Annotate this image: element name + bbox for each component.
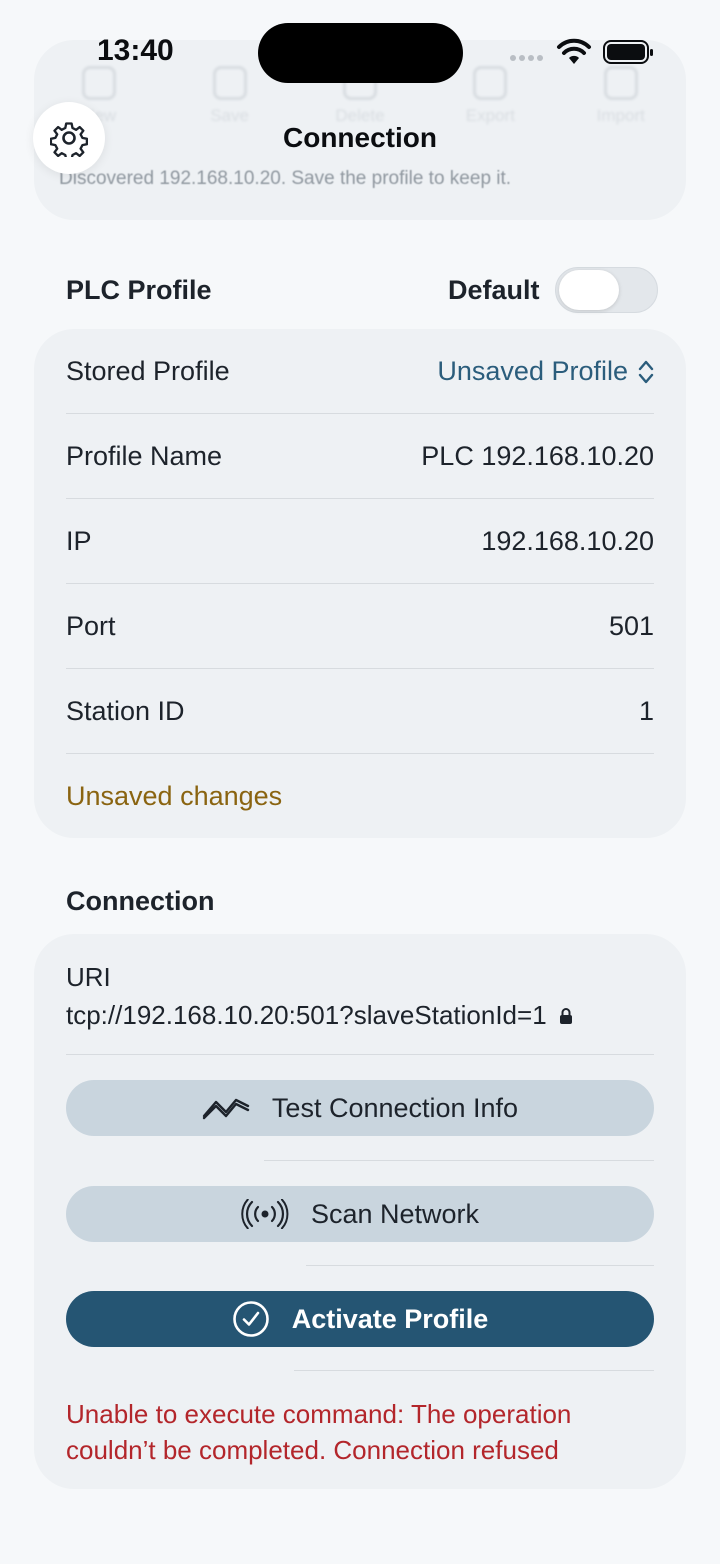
connection-card: URI tcp://192.168.10.20:501?slaveStation… (34, 934, 686, 1489)
connection-header: Connection (66, 886, 215, 916)
station-id-field[interactable]: 1 (639, 696, 654, 727)
connection-error-message: Unable to execute command: The operation… (66, 1399, 572, 1465)
dynamic-island (258, 23, 463, 83)
port-row[interactable]: Port 501 (66, 584, 654, 669)
checkmark-circle-icon (232, 1301, 269, 1337)
default-toggle[interactable] (555, 267, 658, 313)
divider (264, 1160, 654, 1161)
battery-icon (603, 40, 653, 64)
scan-network-button[interactable]: Scan Network (66, 1186, 654, 1242)
import-icon (603, 66, 638, 100)
unsaved-changes-text: Unsaved changes (66, 781, 283, 811)
stored-profile-label: Stored Profile (66, 356, 230, 386)
uri-label: URI (66, 962, 111, 992)
activate-profile-button[interactable]: Activate Profile (66, 1291, 654, 1347)
plc-profile-header: PLC Profile (66, 275, 212, 305)
antenna-radiowaves-icon (241, 1199, 289, 1229)
discovered-message: Discovered 192.168.10.20. Save the profi… (59, 168, 512, 189)
status-time: 13:40 (97, 34, 174, 67)
uri-value-row: tcp://192.168.10.20:501?slaveStationId=1 (66, 1000, 573, 1031)
station-id-label: Station ID (66, 696, 185, 726)
divider (66, 1054, 654, 1055)
ip-field[interactable]: 192.168.10.20 (481, 526, 654, 557)
divider (294, 1370, 654, 1371)
plc-profile-card: Stored Profile Unsaved Profile Profile N… (34, 329, 686, 838)
wifi-icon (557, 38, 591, 64)
port-field[interactable]: 501 (609, 611, 654, 642)
profile-name-field[interactable]: PLC 192.168.10.20 (421, 441, 654, 472)
stored-profile-picker[interactable]: Unsaved Profile (437, 356, 654, 387)
profile-name-row[interactable]: Profile Name PLC 192.168.10.20 (66, 414, 654, 499)
divider (306, 1265, 654, 1266)
plus-icon (82, 66, 117, 100)
default-label: Default (448, 275, 540, 305)
share-icon (473, 66, 508, 100)
cellular-signal-icon (510, 55, 543, 61)
ip-row[interactable]: IP 192.168.10.20 (66, 499, 654, 584)
profile-name-label: Profile Name (66, 441, 223, 471)
lock-icon (559, 1007, 572, 1024)
stored-profile-row[interactable]: Stored Profile Unsaved Profile (66, 329, 654, 414)
chevron-up-down-icon (638, 360, 654, 383)
scan-network-label: Scan Network (310, 1198, 480, 1229)
station-id-row[interactable]: Station ID 1 (66, 669, 654, 754)
unsaved-changes-row: Unsaved changes (66, 754, 654, 839)
uri-value: tcp://192.168.10.20:501?slaveStationId=1 (66, 1000, 547, 1030)
activate-profile-label: Activate Profile (291, 1303, 489, 1334)
test-connection-label: Test Connection Info (271, 1092, 519, 1123)
save-icon (212, 66, 247, 100)
ip-label: IP (66, 526, 92, 556)
page-title: Connection (283, 122, 437, 153)
waveform-icon (202, 1098, 250, 1120)
stored-profile-value: Unsaved Profile (437, 356, 628, 386)
toggle-knob (559, 270, 619, 310)
test-connection-button[interactable]: Test Connection Info (66, 1080, 654, 1136)
port-label: Port (66, 611, 116, 641)
